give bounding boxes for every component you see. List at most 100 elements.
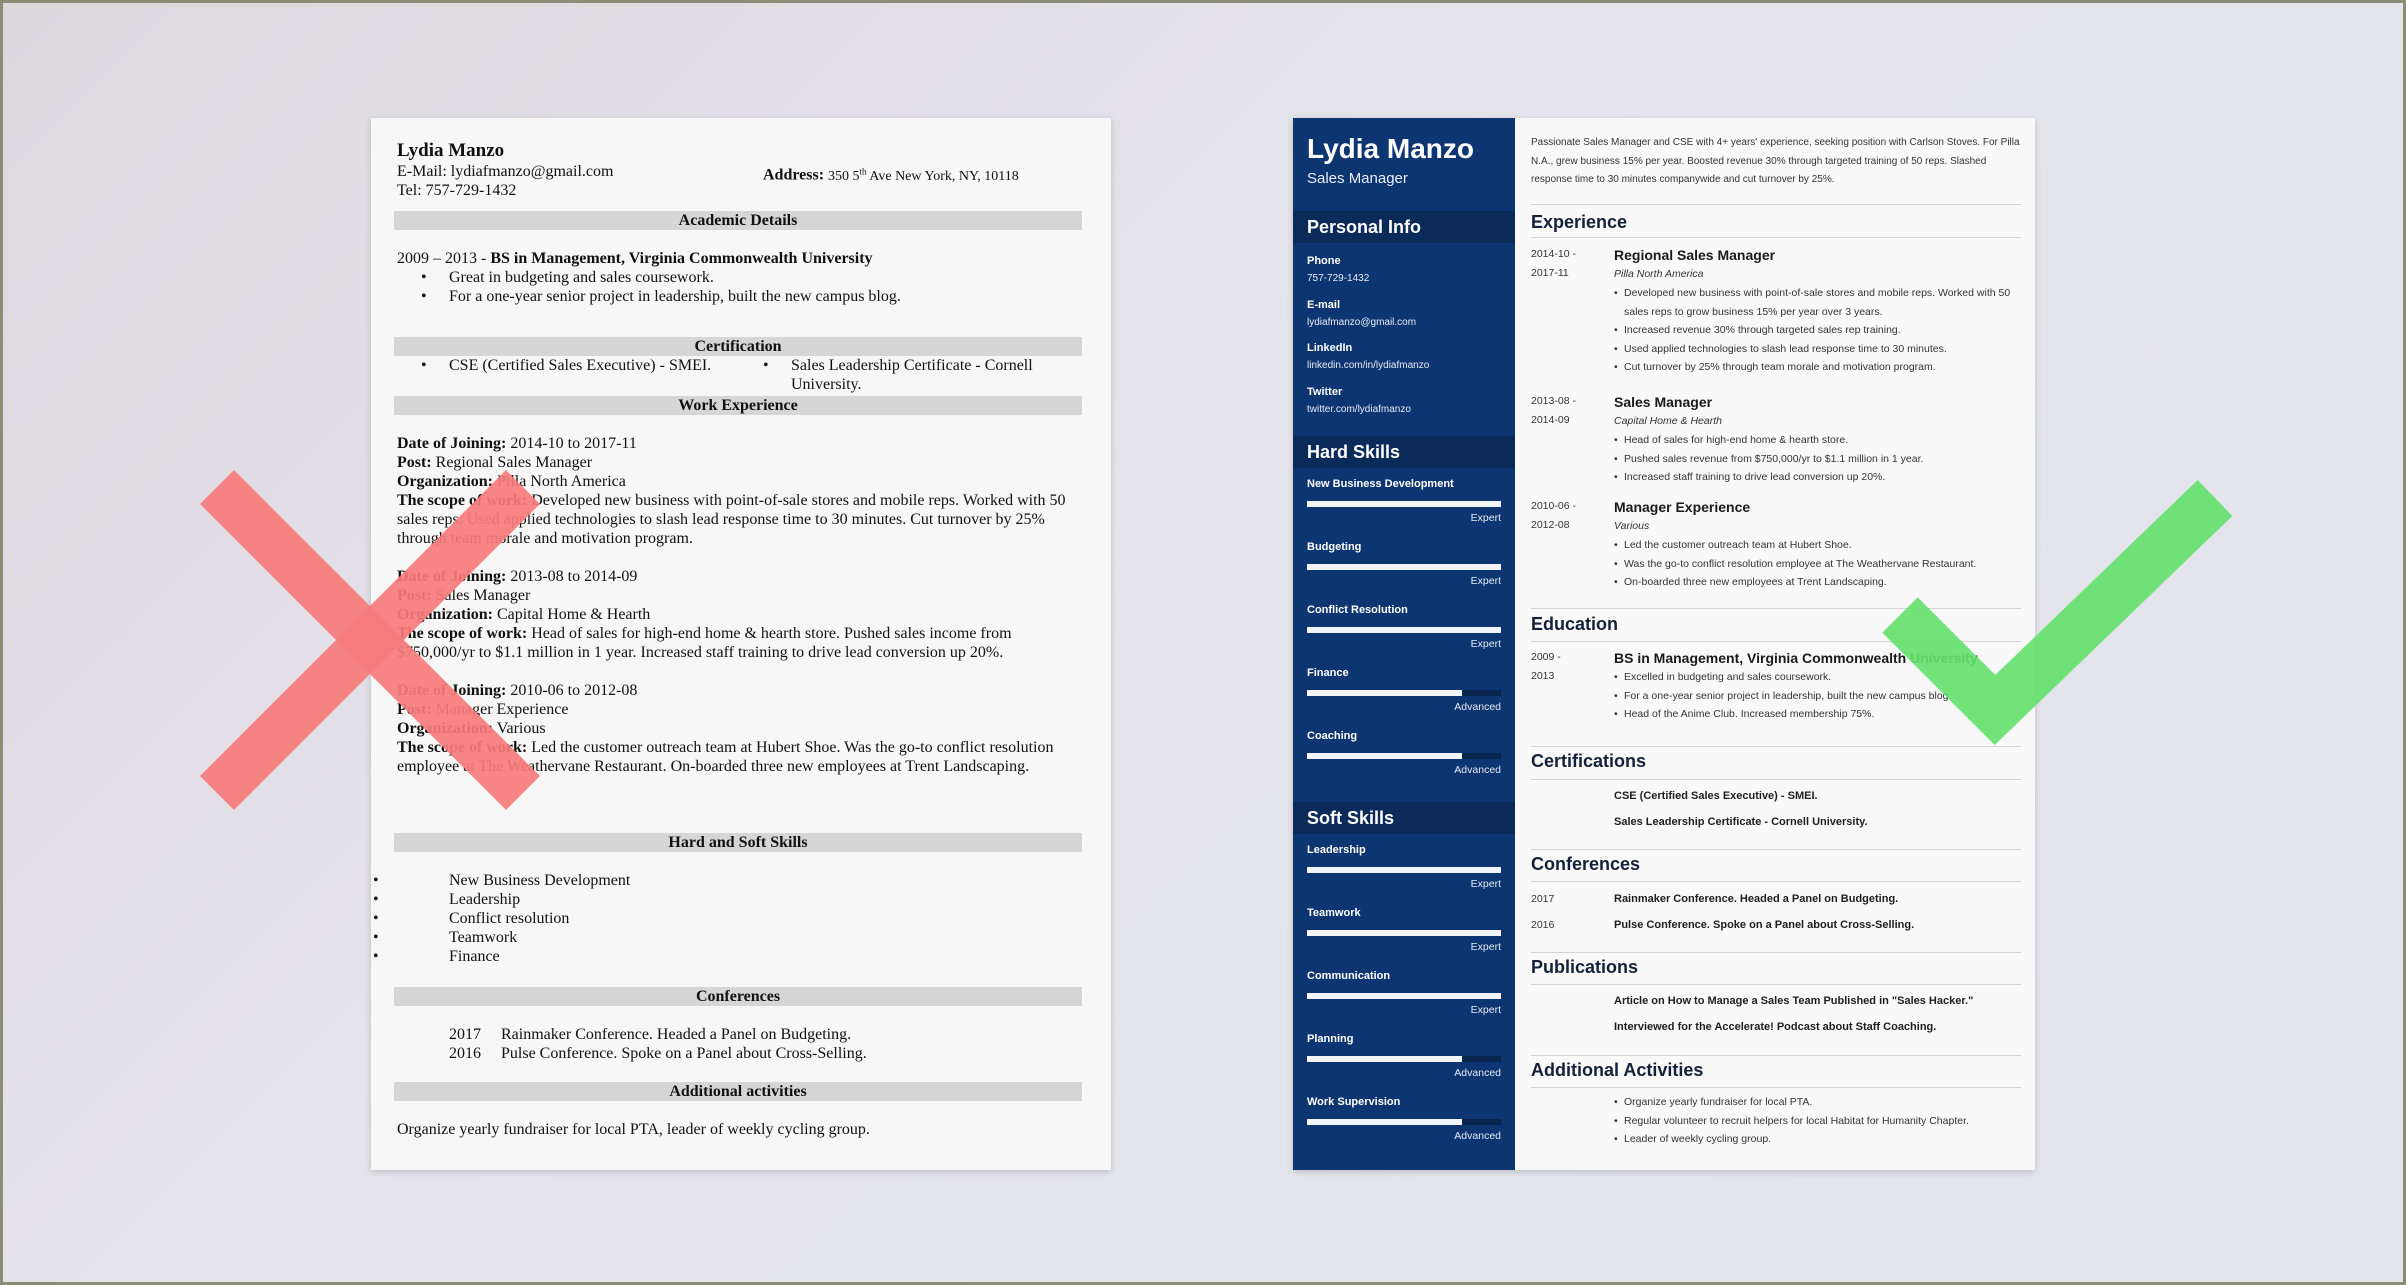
skills-list: New Business Development Leadership Conf… [373, 871, 1081, 966]
skill-level: Advanced [1454, 701, 1501, 713]
skill-name: New Business Development [1307, 478, 1454, 490]
skill-name: Teamwork [1307, 907, 1361, 919]
divider [1531, 608, 2021, 609]
bad-resume-name: Lydia Manzo [397, 140, 505, 161]
list-item: Used applied technologies to slash lead … [1614, 340, 2021, 359]
list-item: On-boarded three new employees at Trent … [1614, 573, 2021, 592]
date-start: 2010-06 - [1531, 500, 1576, 512]
conference-row: 2016 Pulse Conference. Spoke on a Panel … [1531, 912, 2021, 938]
bad-resume-contact: E-Mail: lydiafmanzo@gmail.com Tel: 757-7… [397, 162, 1081, 202]
resume-main-column: Passionate Sales Manager and CSE with 4+… [1515, 118, 2035, 1170]
bad-section-work: Work Experience Date of Joining: 2014-10… [394, 396, 1082, 776]
hard-skills-heading: Hard Skills [1293, 436, 1515, 468]
skill-item: Leadership Expert [1307, 843, 1501, 890]
publications-heading: Publications [1531, 957, 1639, 977]
skill-level: Advanced [1454, 1130, 1501, 1142]
skill-item: Finance Advanced [1307, 666, 1501, 713]
entry-dates: 2014-10 - 2017-11 [1531, 245, 1601, 282]
skill-item: Teamwork Expert [1307, 906, 1501, 953]
skill-item: New Business Development Expert [1307, 477, 1501, 524]
job-entry: Date of Joining: 2014-10 to 2017-11 Post… [397, 434, 1081, 548]
certification-item: CSE (Certified Sales Executive) - SMEI. [1614, 790, 1818, 802]
skill-name: Conflict Resolution [1307, 604, 1408, 616]
skill-bar-track [1307, 627, 1501, 633]
divider [1531, 746, 2021, 747]
job-org: Pilla North America [1614, 268, 1704, 280]
skill-bar-fill [1307, 1119, 1463, 1125]
job-entry: Date of Joining: 2013-08 to 2014-09 Post… [397, 567, 1081, 662]
job-date: 2010-06 to 2012-08 [510, 682, 638, 699]
skill-name: Coaching [1307, 730, 1358, 742]
list-item: Sales Leadership Certificate - Cornell U… [739, 356, 1081, 394]
info-value: linkedin.com/in/lydiafmanzo [1307, 360, 1430, 371]
good-resume-name: Lydia Manzo [1307, 133, 1474, 164]
field-label: Date of Joining: [397, 568, 507, 585]
activities-bullets: Organize yearly fundraiser for local PTA… [1614, 1093, 2021, 1149]
job-org: Capital Home & Hearth [1614, 415, 1722, 427]
education-years: 2009 – 2013 - [397, 250, 491, 267]
divider [1531, 1087, 2021, 1088]
divider [1531, 1055, 2021, 1056]
list-item: Cut turnover by 25% through team morale … [1614, 358, 2021, 377]
skill-bar-fill [1307, 753, 1463, 759]
skill-name: Work Supervision [1307, 1096, 1401, 1108]
skill-bar-track [1307, 1056, 1501, 1062]
section-header: Additional activities [394, 1082, 1082, 1101]
skill-bar-track [1307, 564, 1501, 570]
date-start: 2013-08 - [1531, 395, 1576, 407]
skill-level: Expert [1470, 512, 1501, 524]
skill-name: Finance [1307, 667, 1349, 679]
divider [1531, 984, 2021, 985]
conference-year: 2017 [449, 1026, 481, 1043]
address-sup: th [859, 166, 867, 176]
list-item: Pushed sales revenue from $750,000/yr to… [1614, 450, 2021, 469]
skill-item: Coaching Advanced [1307, 729, 1501, 776]
divider [1531, 779, 2021, 780]
experience-entry: 2014-10 -2017-11 Regional Sales Manager … [1531, 245, 2021, 377]
job-org: Pilla North America [497, 473, 626, 490]
list-item: For a one-year senior project in leaders… [1614, 687, 2021, 706]
conference-text: Pulse Conference. Spoke on a Panel about… [1614, 919, 1915, 931]
list-item: CSE (Certified Sales Executive) - SMEI. [397, 356, 739, 375]
image-border [0, 0, 2406, 1285]
skill-level: Expert [1470, 638, 1501, 650]
skill-bar-fill [1307, 690, 1463, 696]
address-label: Address: [763, 166, 825, 184]
publications-list: Article on How to Manage a Sales Team Pu… [1531, 988, 2021, 1040]
list-item: Leader of weekly cycling group. [1614, 1130, 2021, 1149]
conference-text: Pulse Conference. Spoke on a Panel about… [501, 1045, 867, 1062]
list-item: Regular volunteer to recruit helpers for… [1614, 1112, 2021, 1131]
list-item: Was the go-to conflict resolution employ… [1614, 555, 2021, 574]
skill-bar-fill [1307, 564, 1501, 570]
job-title: Sales Manager [1614, 394, 1713, 410]
list-item: Led the customer outreach team at Hubert… [1614, 536, 2021, 555]
list-item: Finance [373, 947, 1081, 966]
experience-heading: Experience [1531, 212, 1628, 232]
summary-text: Passionate Sales Manager and CSE with 4+… [1531, 137, 2020, 185]
certification-item: Sales Leadership Certificate - Cornell U… [1614, 816, 1868, 828]
education-bullets: Great in budgeting and sales coursework.… [397, 268, 1081, 306]
date-end: 2017-11 [1531, 266, 1569, 279]
skill-name: Budgeting [1307, 541, 1362, 553]
education-line: 2009 – 2013 - BS in Management, Virginia… [397, 249, 1081, 268]
job-bullets: Developed new business with point-of-sal… [1614, 284, 2021, 377]
skill-bar-fill [1307, 501, 1501, 507]
skill-bar-track [1307, 1119, 1501, 1125]
list-item: Excelled in budgeting and sales coursewo… [1614, 668, 2021, 687]
good-resume-document: Lydia Manzo Sales Manager Personal Info … [1293, 118, 2035, 1170]
skill-bar-fill [1307, 993, 1501, 999]
skill-level: Advanced [1454, 764, 1501, 776]
date-start: 2009 - [1531, 651, 1561, 663]
email-value: lydiafmanzo@gmail.com [450, 163, 614, 180]
skill-item: Conflict Resolution Expert [1307, 603, 1501, 650]
divider [1531, 237, 2021, 238]
bad-resume-address: Address: 350 5th Ave New York, NY, 10118 [763, 162, 1019, 186]
field-label: Date of Joining: [397, 682, 507, 699]
entry-dates: 2010-06 - 2012-08 [1531, 497, 1601, 534]
list-item: Increased staff training to drive lead c… [1614, 468, 2021, 487]
field-label: The scope of work: [397, 492, 528, 509]
bad-section-activities: Additional activities Organize yearly fu… [394, 1082, 1082, 1139]
job-date: 2014-10 to 2017-11 [510, 435, 637, 452]
date-end: 2013 [1531, 669, 1555, 682]
conferences-heading: Conferences [1531, 854, 1641, 874]
